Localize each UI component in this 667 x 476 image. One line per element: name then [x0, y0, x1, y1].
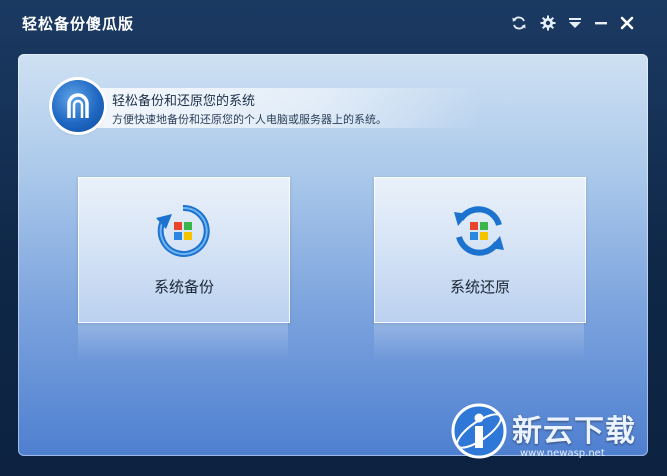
main-panel: 轻松备份和还原您的系统 方便快速地备份和还原您的个人电脑或服务器上的系统。 系统…	[18, 54, 648, 456]
backup-icon	[154, 202, 212, 260]
dropdown-menu-icon[interactable]	[564, 12, 586, 34]
system-restore-label: 系统还原	[449, 278, 510, 296]
minimize-icon[interactable]	[590, 12, 612, 34]
system-restore-button[interactable]: 系统还原	[374, 177, 586, 323]
close-icon[interactable]	[616, 12, 638, 34]
watermark-brand: 新云下载	[512, 414, 636, 449]
backup-card-reflection	[78, 322, 288, 362]
restore-card-reflection	[374, 322, 584, 362]
header-title: 轻松备份和还原您的系统	[112, 94, 256, 109]
gear-icon[interactable]	[537, 12, 559, 34]
header-subtitle: 方便快速地备份和还原您的个人电脑或服务器上的系统。	[112, 113, 387, 126]
system-backup-label: 系统备份	[153, 278, 214, 296]
system-backup-button[interactable]: 系统备份	[78, 177, 290, 323]
watermark-logo-icon	[450, 402, 508, 460]
watermark: 新云下载 www.newasp.net	[440, 398, 660, 472]
watermark-url: www.newasp.net	[520, 448, 605, 459]
app-logo-icon	[52, 80, 104, 132]
app-title: 轻松备份傻瓜版	[22, 15, 135, 33]
restore-icon	[450, 202, 508, 260]
title-bar: 轻松备份傻瓜版	[0, 0, 667, 46]
refresh-icon[interactable]	[508, 12, 530, 34]
